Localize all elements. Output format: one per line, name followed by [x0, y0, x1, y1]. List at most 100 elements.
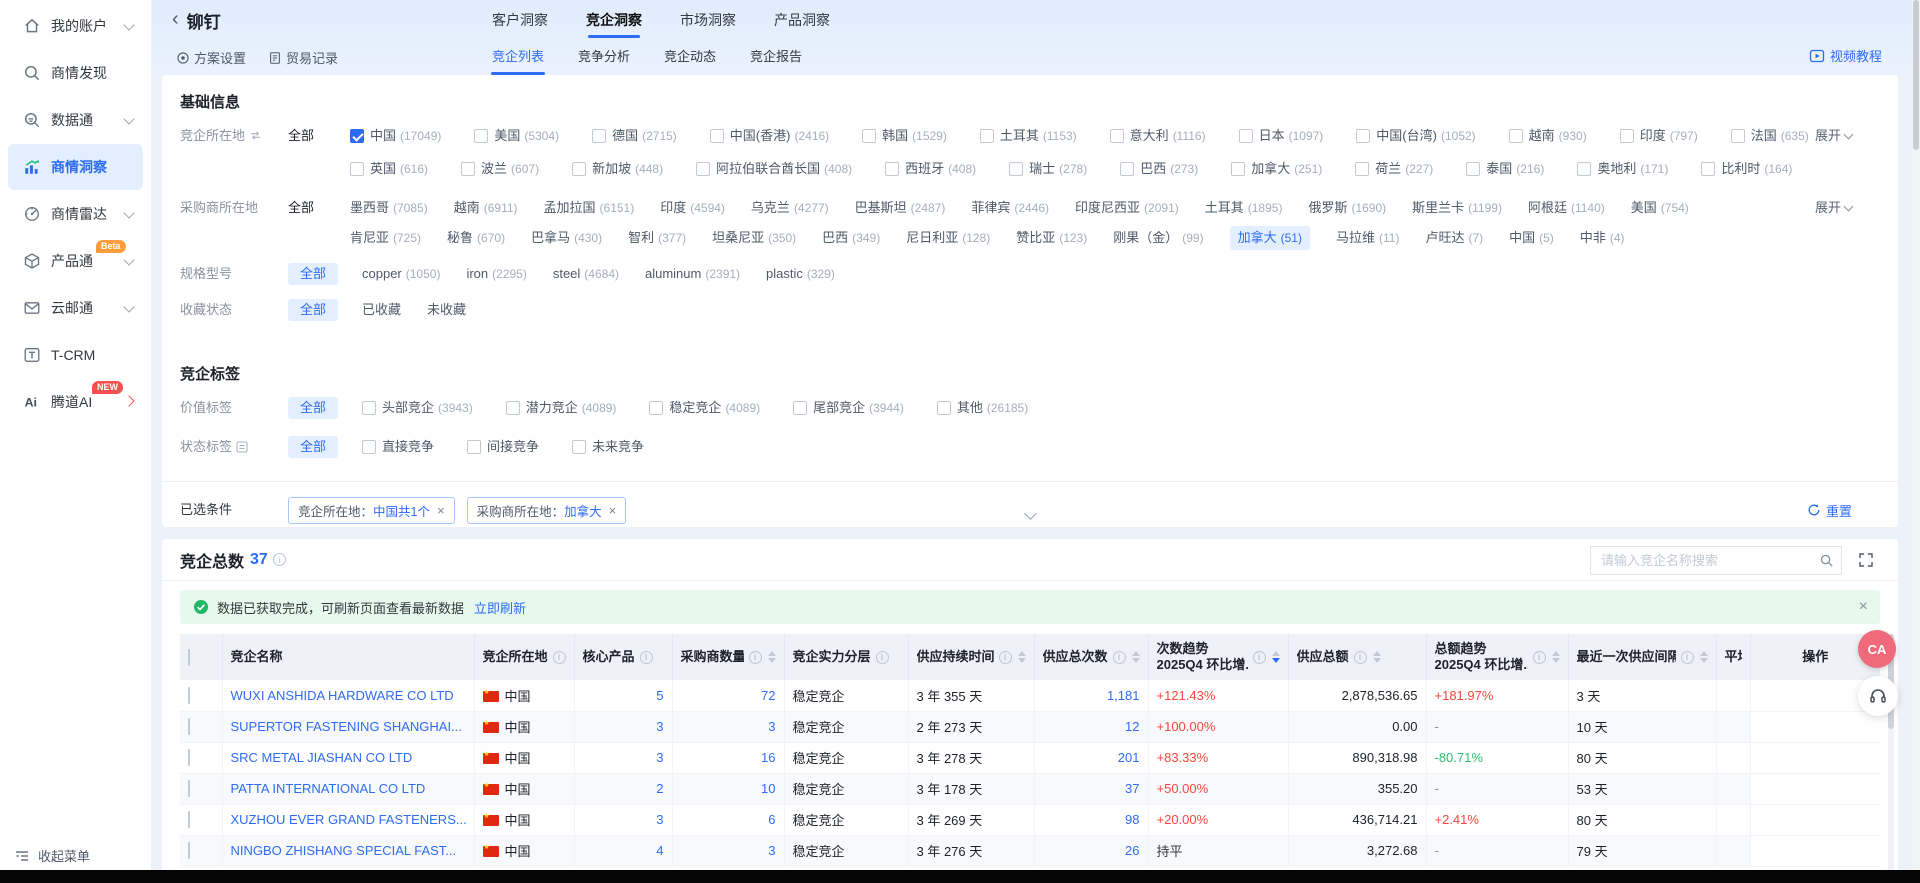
filter-option[interactable]: 印度尼西亚(2091) [1075, 193, 1179, 223]
checkbox-option[interactable]: 美国(5304) [474, 121, 559, 151]
all-option[interactable]: 全部 [288, 121, 350, 187]
checkbox-option[interactable]: 头部竞企(3943) [362, 393, 473, 423]
filter-option[interactable]: 中非(4) [1580, 223, 1625, 253]
sort-control[interactable] [1018, 651, 1026, 663]
sidebar-item-4[interactable]: 商情洞察 [8, 144, 143, 190]
checkbox[interactable] [461, 162, 475, 176]
sort-asc-icon[interactable] [1373, 651, 1381, 656]
sort-control[interactable] [768, 651, 776, 663]
remove-condition-icon[interactable]: × [609, 503, 617, 518]
reset-button[interactable]: 重置 [1807, 501, 1852, 520]
filter-option[interactable]: 美国(754) [1631, 193, 1689, 223]
all-option-chip[interactable]: 全部 [288, 393, 338, 426]
collapse-filters-button[interactable] [1008, 507, 1052, 523]
video-tutorial-button[interactable]: 视频教程 [1809, 46, 1882, 65]
search-input[interactable] [1590, 546, 1842, 575]
filter-option[interactable]: 越南(6911) [454, 193, 518, 223]
cell-core[interactable]: 3 [574, 711, 672, 742]
selected-condition-chip[interactable]: 竞企所在地：中国共1个× [288, 497, 455, 524]
sidebar-item-9[interactable]: Ai腾道AINEW [8, 379, 143, 425]
sort-asc-icon[interactable] [1018, 651, 1026, 656]
checkbox-option[interactable]: 瑞士(278) [1009, 154, 1087, 184]
checkbox[interactable] [1466, 162, 1480, 176]
refresh-now-link[interactable]: 立即刷新 [474, 598, 526, 617]
checkbox[interactable] [592, 129, 606, 143]
expand-company-location[interactable]: 展开 [1815, 121, 1852, 151]
filter-option[interactable]: 中国(5) [1509, 223, 1554, 253]
checkbox-option[interactable]: 比利时(164) [1701, 154, 1792, 184]
sort-asc-icon[interactable] [1272, 651, 1280, 656]
checkbox[interactable] [350, 162, 364, 176]
tab-4[interactable]: 产品洞察 [774, 0, 830, 40]
sort-desc-icon[interactable] [1018, 658, 1026, 663]
filter-option[interactable]: 坦桑尼亚(350) [712, 223, 796, 253]
cell-times[interactable]: 98 [1034, 804, 1148, 835]
checkbox-option[interactable]: 法国(635) [1731, 121, 1809, 151]
checkbox-option[interactable]: 尾部竞企(3944) [793, 393, 904, 423]
checkbox-option[interactable]: 德国(2715) [592, 121, 677, 151]
checkbox-option[interactable]: 中国(台湾)(1052) [1356, 121, 1475, 151]
filter-option[interactable]: 巴西(349) [822, 223, 880, 253]
checkbox-option[interactable]: 日本(1097) [1239, 121, 1324, 151]
sidebar-item-5[interactable]: 商情雷达 [8, 191, 143, 237]
filter-option[interactable]: 马拉维(11) [1336, 223, 1399, 253]
filter-option[interactable]: 孟加拉国(6151) [544, 193, 635, 223]
cell-buyers[interactable]: 72 [672, 680, 784, 711]
company-name-link[interactable]: PATTA INTERNATIONAL CO LTD [231, 781, 426, 796]
checkbox[interactable] [1009, 162, 1023, 176]
checkbox[interactable] [1239, 129, 1253, 143]
cell-times[interactable]: 26 [1034, 835, 1148, 866]
sidebar-item-3[interactable]: 数据通 [8, 97, 143, 143]
sidebar-item-8[interactable]: T-CRM [8, 332, 143, 378]
checkbox[interactable] [474, 129, 488, 143]
cell-buyers[interactable]: 3 [672, 711, 784, 742]
sort-control[interactable] [1552, 651, 1560, 663]
subtab-1[interactable]: 竞企列表 [492, 40, 544, 75]
cell-core[interactable]: 4 [574, 835, 672, 866]
company-name-link[interactable]: XUZHOU EVER GRAND FASTENERS... [231, 812, 467, 827]
checkbox-option[interactable]: 越南(930) [1509, 121, 1587, 151]
filter-option[interactable]: 菲律宾(2446) [971, 193, 1049, 223]
filter-option[interactable]: 已收藏 [362, 295, 401, 325]
filter-option[interactable]: 斯里兰卡(1199) [1412, 193, 1502, 223]
checkbox-option[interactable]: 西班牙(408) [885, 154, 976, 184]
checkbox-option[interactable]: 直接竞争 [362, 432, 434, 462]
info-icon[interactable]: i [749, 651, 762, 664]
tab-3[interactable]: 市场洞察 [680, 0, 736, 40]
row-checkbox[interactable] [188, 780, 190, 797]
checkbox-option[interactable]: 荷兰(227) [1355, 154, 1433, 184]
checkbox[interactable] [1701, 162, 1715, 176]
checkbox[interactable] [1231, 162, 1245, 176]
checkbox-option[interactable]: 英国(616) [350, 154, 428, 184]
tab-1[interactable]: 客户洞察 [492, 0, 548, 40]
info-icon[interactable]: i [876, 651, 889, 664]
all-option-chip[interactable]: 全部 [288, 432, 338, 465]
checkbox-option[interactable]: 稳定竞企(4089) [649, 393, 760, 423]
checkbox[interactable] [350, 129, 364, 143]
cell-times[interactable]: 12 [1034, 711, 1148, 742]
sort-control[interactable] [1700, 651, 1708, 663]
subtab-2[interactable]: 竞争分析 [578, 40, 630, 75]
info-icon[interactable]: i [640, 651, 653, 664]
checkbox-option[interactable]: 意大利(1116) [1110, 121, 1206, 151]
filter-option[interactable]: 土耳其(1895) [1205, 193, 1283, 223]
checkbox[interactable] [362, 440, 376, 454]
filter-option[interactable]: aluminum(2391) [645, 259, 740, 289]
all-option-chip[interactable]: 全部 [288, 259, 338, 289]
selected-condition-chip[interactable]: 采购商所在地：加拿大× [467, 497, 627, 524]
info-icon[interactable]: i [999, 651, 1012, 664]
filter-option[interactable]: 巴拿马(430) [531, 223, 602, 253]
checkbox[interactable] [793, 401, 807, 415]
collapse-menu-button[interactable]: 收起菜单 [14, 846, 90, 865]
sort-desc-icon[interactable] [1552, 658, 1560, 663]
checkbox[interactable] [1120, 162, 1134, 176]
floating-avatar[interactable]: CA [1858, 630, 1896, 668]
cell-buyers[interactable]: 3 [672, 835, 784, 866]
checkbox[interactable] [649, 401, 663, 415]
sidebar-item-6[interactable]: 产品通Beta [8, 238, 143, 284]
checkbox[interactable] [1355, 162, 1369, 176]
table-scrollbar[interactable] [1888, 634, 1894, 880]
fullscreen-icon[interactable] [1858, 552, 1874, 573]
checkbox-option[interactable]: 未来竞争 [572, 432, 644, 462]
checkbox-option[interactable]: 土耳其(1153) [980, 121, 1077, 151]
